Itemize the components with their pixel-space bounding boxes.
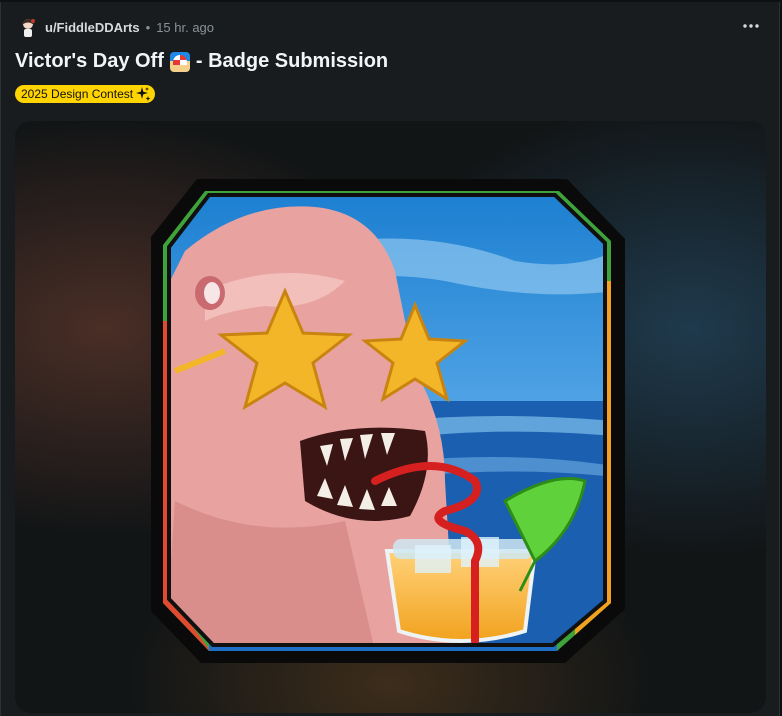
- post-image[interactable]: [15, 121, 766, 713]
- flair-label: 2025 Design Contest: [21, 87, 134, 101]
- post-card[interactable]: u/FiddleDDArts • 15 hr. ago Victor's Day…: [0, 2, 780, 716]
- post-title-text-2: - Badge Submission: [195, 50, 389, 72]
- author-username[interactable]: u/FiddleDDArts: [45, 20, 140, 35]
- more-options-button[interactable]: [737, 14, 765, 38]
- more-options-icon: [743, 24, 759, 28]
- badge-artwork: [151, 179, 625, 663]
- meta-separator: •: [145, 19, 151, 35]
- beach-umbrella-emoji-icon: [169, 51, 190, 72]
- post-flair[interactable]: 2025 Design Contest: [15, 85, 156, 103]
- post-title[interactable]: Victor's Day Off - Badge Submission: [15, 50, 388, 73]
- post-timestamp[interactable]: 15 hr. ago: [156, 20, 214, 35]
- sparkle-icon: [136, 87, 151, 101]
- user-avatar-icon[interactable]: [17, 16, 39, 38]
- post-title-text-1: Victor's Day Off: [15, 50, 164, 72]
- post-meta: u/FiddleDDArts • 15 hr. ago: [17, 14, 214, 40]
